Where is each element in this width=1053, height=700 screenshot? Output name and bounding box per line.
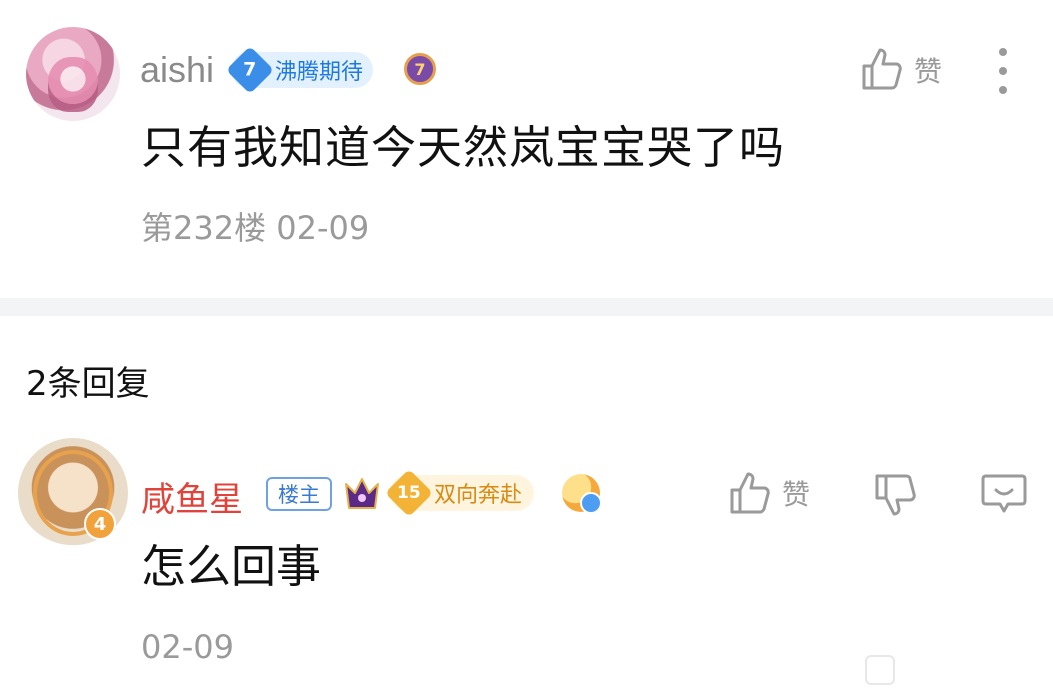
image-icon[interactable] [865, 655, 895, 685]
post-author-avatar[interactable] [26, 27, 120, 121]
dislike-icon[interactable] [872, 470, 918, 516]
level-diamond-icon: 7 [225, 45, 275, 95]
like-icon[interactable] [729, 470, 771, 516]
post-floor-time: 第232楼 02-09 [141, 209, 370, 247]
reply-author-name[interactable]: 咸鱼星 [141, 472, 243, 521]
like-icon[interactable] [861, 46, 903, 92]
like-label[interactable]: 赞 [914, 50, 942, 90]
level-diamond-icon: 15 [384, 468, 434, 518]
reply-count-header: 2条回复 [26, 364, 150, 404]
level-title: 双向奔赴 [434, 483, 523, 508]
emoji-badge-icon[interactable] [562, 474, 602, 514]
crown-icon[interactable] [343, 476, 381, 512]
comment-icon[interactable] [980, 470, 1028, 516]
section-divider [0, 298, 1053, 316]
reply-content: 怎么回事 [141, 540, 322, 593]
avatar-level-badge: 4 [84, 508, 116, 540]
post-content: 只有我知道今天然岚宝宝哭了吗 [141, 121, 786, 174]
more-icon[interactable] [993, 48, 1013, 94]
post-author-name[interactable]: aishi [140, 50, 214, 90]
post-author-level-badge[interactable]: 7 沸腾期待 [225, 45, 374, 95]
level-title: 沸腾期待 [275, 60, 364, 85]
like-label[interactable]: 赞 [782, 473, 810, 513]
medal-icon[interactable]: 7 [404, 53, 436, 85]
reply-time: 02-09 [141, 628, 234, 666]
reply-author-level-badge[interactable]: 15 双向奔赴 [384, 468, 535, 518]
owner-tag: 楼主 [266, 477, 332, 511]
